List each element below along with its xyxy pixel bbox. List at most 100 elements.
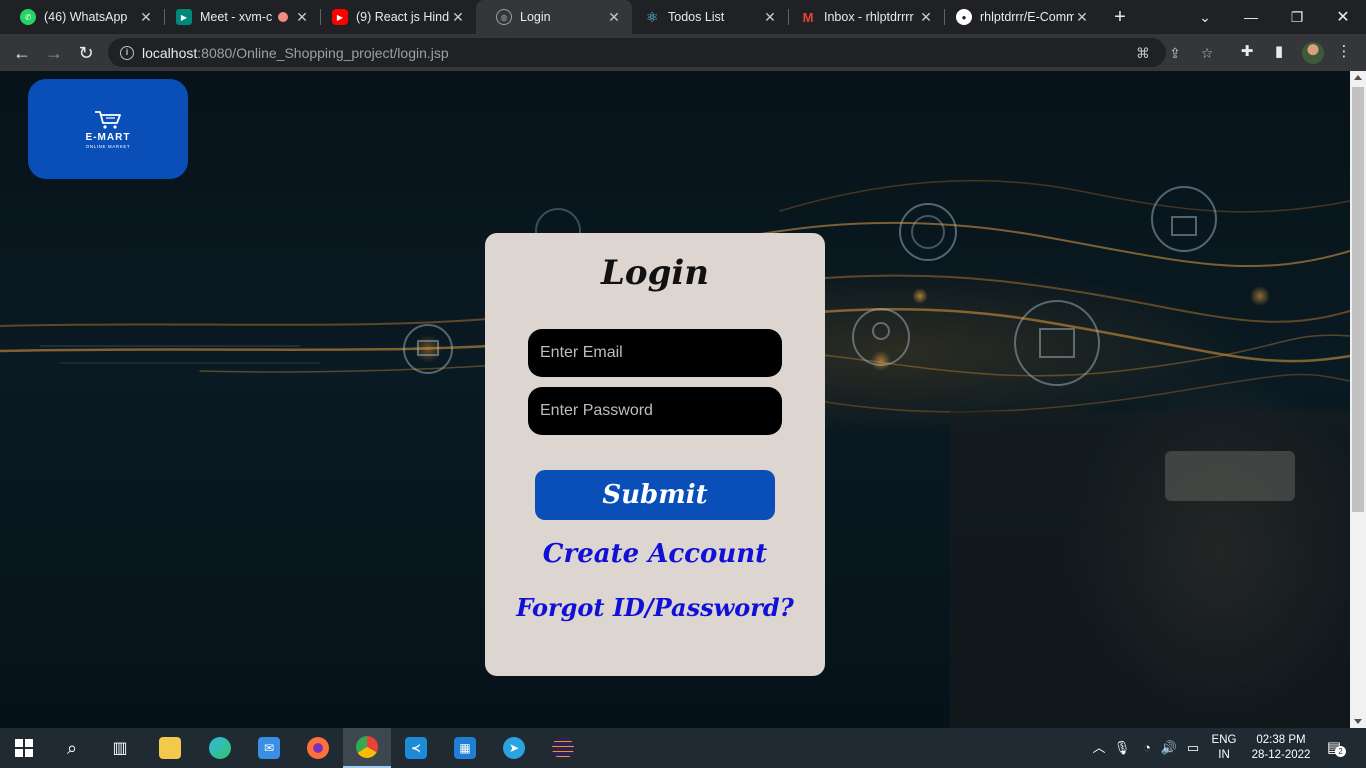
store-icon: ▦ bbox=[454, 737, 476, 759]
clock-time: 02:38 PM bbox=[1256, 734, 1306, 746]
emart-logo[interactable]: E-MART ONLINE MARKET bbox=[28, 79, 188, 179]
close-tab-icon[interactable]: ✕ bbox=[918, 9, 934, 25]
close-tab-icon[interactable]: ✕ bbox=[606, 9, 622, 25]
tab-youtube[interactable]: ▶ (9) React js Hindi ✕ bbox=[312, 0, 476, 34]
page-viewport: E-MART ONLINE MARKET Login Submit Create… bbox=[0, 71, 1350, 728]
globe-icon: ◍ bbox=[496, 9, 512, 25]
page-scrollbar[interactable] bbox=[1350, 71, 1366, 728]
tab-search-icon[interactable]: ⌄ bbox=[1182, 0, 1228, 34]
folder-icon bbox=[159, 737, 181, 759]
windows-logo-icon bbox=[15, 739, 33, 757]
tab-todos[interactable]: ⚛ Todos List ✕ bbox=[624, 0, 788, 34]
taskbar-firefox[interactable] bbox=[294, 728, 342, 768]
share-icon[interactable]: ⇪ bbox=[1166, 44, 1184, 62]
search-icon: ⌕ bbox=[66, 737, 78, 758]
forward-arrow-icon[interactable]: → bbox=[40, 39, 68, 67]
tab-strip: ✆ (46) WhatsApp ✕ ▶ Meet - xvm-c ✕ ▶ (9)… bbox=[0, 0, 1366, 34]
new-tab-button[interactable]: + bbox=[1108, 5, 1132, 29]
tab-title: (46) WhatsApp bbox=[44, 10, 128, 24]
tab-whatsapp[interactable]: ✆ (46) WhatsApp ✕ bbox=[0, 0, 164, 34]
login-title: Login bbox=[601, 253, 709, 293]
task-view-button[interactable]: ▥ bbox=[96, 728, 144, 768]
scroll-down-arrow-icon[interactable] bbox=[1354, 719, 1362, 724]
taskbar-vscode[interactable]: ≺ bbox=[392, 728, 440, 768]
tab-title: Login bbox=[520, 10, 551, 24]
tab-title: Todos List bbox=[668, 10, 725, 24]
bookmark-star-icon[interactable]: ☆ bbox=[1198, 44, 1216, 62]
extensions-puzzle-icon[interactable]: ✚ bbox=[1237, 42, 1257, 62]
youtube-icon: ▶ bbox=[332, 9, 348, 25]
submit-button[interactable]: Submit bbox=[535, 470, 775, 520]
restore-button[interactable]: ❐ bbox=[1274, 0, 1320, 34]
notification-count-badge: 2 bbox=[1335, 746, 1346, 757]
close-tab-icon[interactable]: ✕ bbox=[138, 9, 154, 25]
volume-icon[interactable]: 🔊 bbox=[1160, 738, 1178, 758]
minimize-button[interactable]: — bbox=[1228, 0, 1274, 34]
recording-icon bbox=[278, 12, 288, 22]
task-view-icon: ▥ bbox=[112, 740, 128, 757]
tab-github[interactable]: ● rhlptdrrr/E-Comm ✕ bbox=[936, 0, 1100, 34]
mail-icon: ✉ bbox=[258, 737, 280, 759]
whatsapp-icon: ✆ bbox=[20, 9, 36, 25]
tab-login[interactable]: ◍ Login ✕ bbox=[476, 0, 632, 34]
notification-center-icon[interactable]: ▤ 2 bbox=[1322, 738, 1346, 758]
back-arrow-icon[interactable]: ← bbox=[8, 39, 36, 67]
eclipse-icon bbox=[552, 737, 574, 759]
taskbar-file-explorer[interactable] bbox=[146, 728, 194, 768]
tab-title: Inbox - rhlptdrrrr bbox=[824, 10, 914, 24]
tab-gmail[interactable]: M Inbox - rhlptdrrrr ✕ bbox=[780, 0, 944, 34]
tab-title: Meet - xvm-c bbox=[200, 10, 273, 24]
email-field[interactable] bbox=[528, 329, 782, 377]
clock-date: 28-12-2022 bbox=[1251, 749, 1311, 761]
scroll-up-arrow-icon[interactable] bbox=[1354, 75, 1362, 80]
tab-title: (9) React js Hindi bbox=[356, 10, 450, 24]
clock[interactable]: 02:38 PM 28-12-2022 bbox=[1246, 733, 1316, 763]
react-icon: ⚛ bbox=[645, 8, 659, 25]
taskbar-eclipse[interactable] bbox=[539, 728, 587, 768]
battery-icon[interactable]: ▭ bbox=[1184, 738, 1202, 758]
firefox-icon bbox=[307, 737, 329, 759]
search-button[interactable]: ⌕ bbox=[48, 728, 96, 768]
side-panel-icon[interactable]: ▮ bbox=[1269, 42, 1289, 62]
logo-tagline: ONLINE MARKET bbox=[85, 143, 131, 149]
microphone-icon[interactable]: 🎙 bbox=[1113, 738, 1131, 758]
profile-avatar[interactable] bbox=[1302, 42, 1324, 64]
close-tab-icon[interactable]: ✕ bbox=[450, 9, 466, 25]
translate-icon[interactable]: ⌘ bbox=[1134, 44, 1152, 62]
tab-meet[interactable]: ▶ Meet - xvm-c ✕ bbox=[156, 0, 320, 34]
reload-icon[interactable]: ↻ bbox=[72, 39, 100, 67]
create-account-link[interactable]: Create Account bbox=[485, 539, 825, 569]
taskbar-edge[interactable] bbox=[196, 728, 244, 768]
taskbar-telegram[interactable]: ➤ bbox=[490, 728, 538, 768]
edge-icon bbox=[209, 737, 231, 759]
url-text[interactable]: localhost:8080/Online_Shopping_project/l… bbox=[142, 45, 449, 61]
login-card: Login Submit Create Account Forgot ID/Pa… bbox=[485, 233, 825, 676]
chrome-icon bbox=[356, 736, 378, 758]
show-hidden-icons-chevron-icon[interactable]: ︿ bbox=[1090, 738, 1108, 758]
browser-toolbar: ← → ↻ i localhost:8080/Online_Shopping_p… bbox=[0, 34, 1366, 71]
vscode-icon: ≺ bbox=[405, 737, 427, 759]
close-tab-icon[interactable]: ✕ bbox=[762, 9, 778, 25]
windows-start-button[interactable] bbox=[0, 728, 48, 768]
close-window-button[interactable]: ✕ bbox=[1320, 0, 1366, 34]
forgot-password-link[interactable]: Forgot ID/Password? bbox=[485, 593, 825, 622]
language-indicator[interactable]: ENG IN bbox=[1207, 733, 1241, 763]
scroll-thumb[interactable] bbox=[1352, 87, 1364, 512]
windows-taskbar: ⌕ ▥ ✉ ≺ ▦ ➤ ︿ 🎙 ◔ 🔊 ▭ ENG IN 02:38 PM 28… bbox=[0, 728, 1366, 768]
telegram-icon: ➤ bbox=[503, 737, 525, 759]
menu-dots-icon[interactable]: ⋮ bbox=[1334, 42, 1354, 62]
wifi-icon[interactable]: ◔ bbox=[1138, 738, 1156, 758]
tab-title: rhlptdrrr/E-Comm bbox=[980, 10, 1074, 24]
taskbar-mail[interactable]: ✉ bbox=[245, 728, 293, 768]
address-bar[interactable]: i localhost:8080/Online_Shopping_project… bbox=[108, 38, 1213, 67]
close-tab-icon[interactable]: ✕ bbox=[294, 9, 310, 25]
region-code: IN bbox=[1218, 749, 1230, 761]
password-field[interactable] bbox=[528, 387, 782, 435]
gmail-icon: M bbox=[802, 9, 814, 25]
site-info-icon[interactable]: i bbox=[120, 45, 134, 60]
github-icon: ● bbox=[956, 9, 972, 25]
taskbar-chrome[interactable] bbox=[343, 728, 391, 768]
language-code: ENG bbox=[1211, 734, 1237, 746]
close-tab-icon[interactable]: ✕ bbox=[1074, 9, 1090, 25]
taskbar-store[interactable]: ▦ bbox=[441, 728, 489, 768]
